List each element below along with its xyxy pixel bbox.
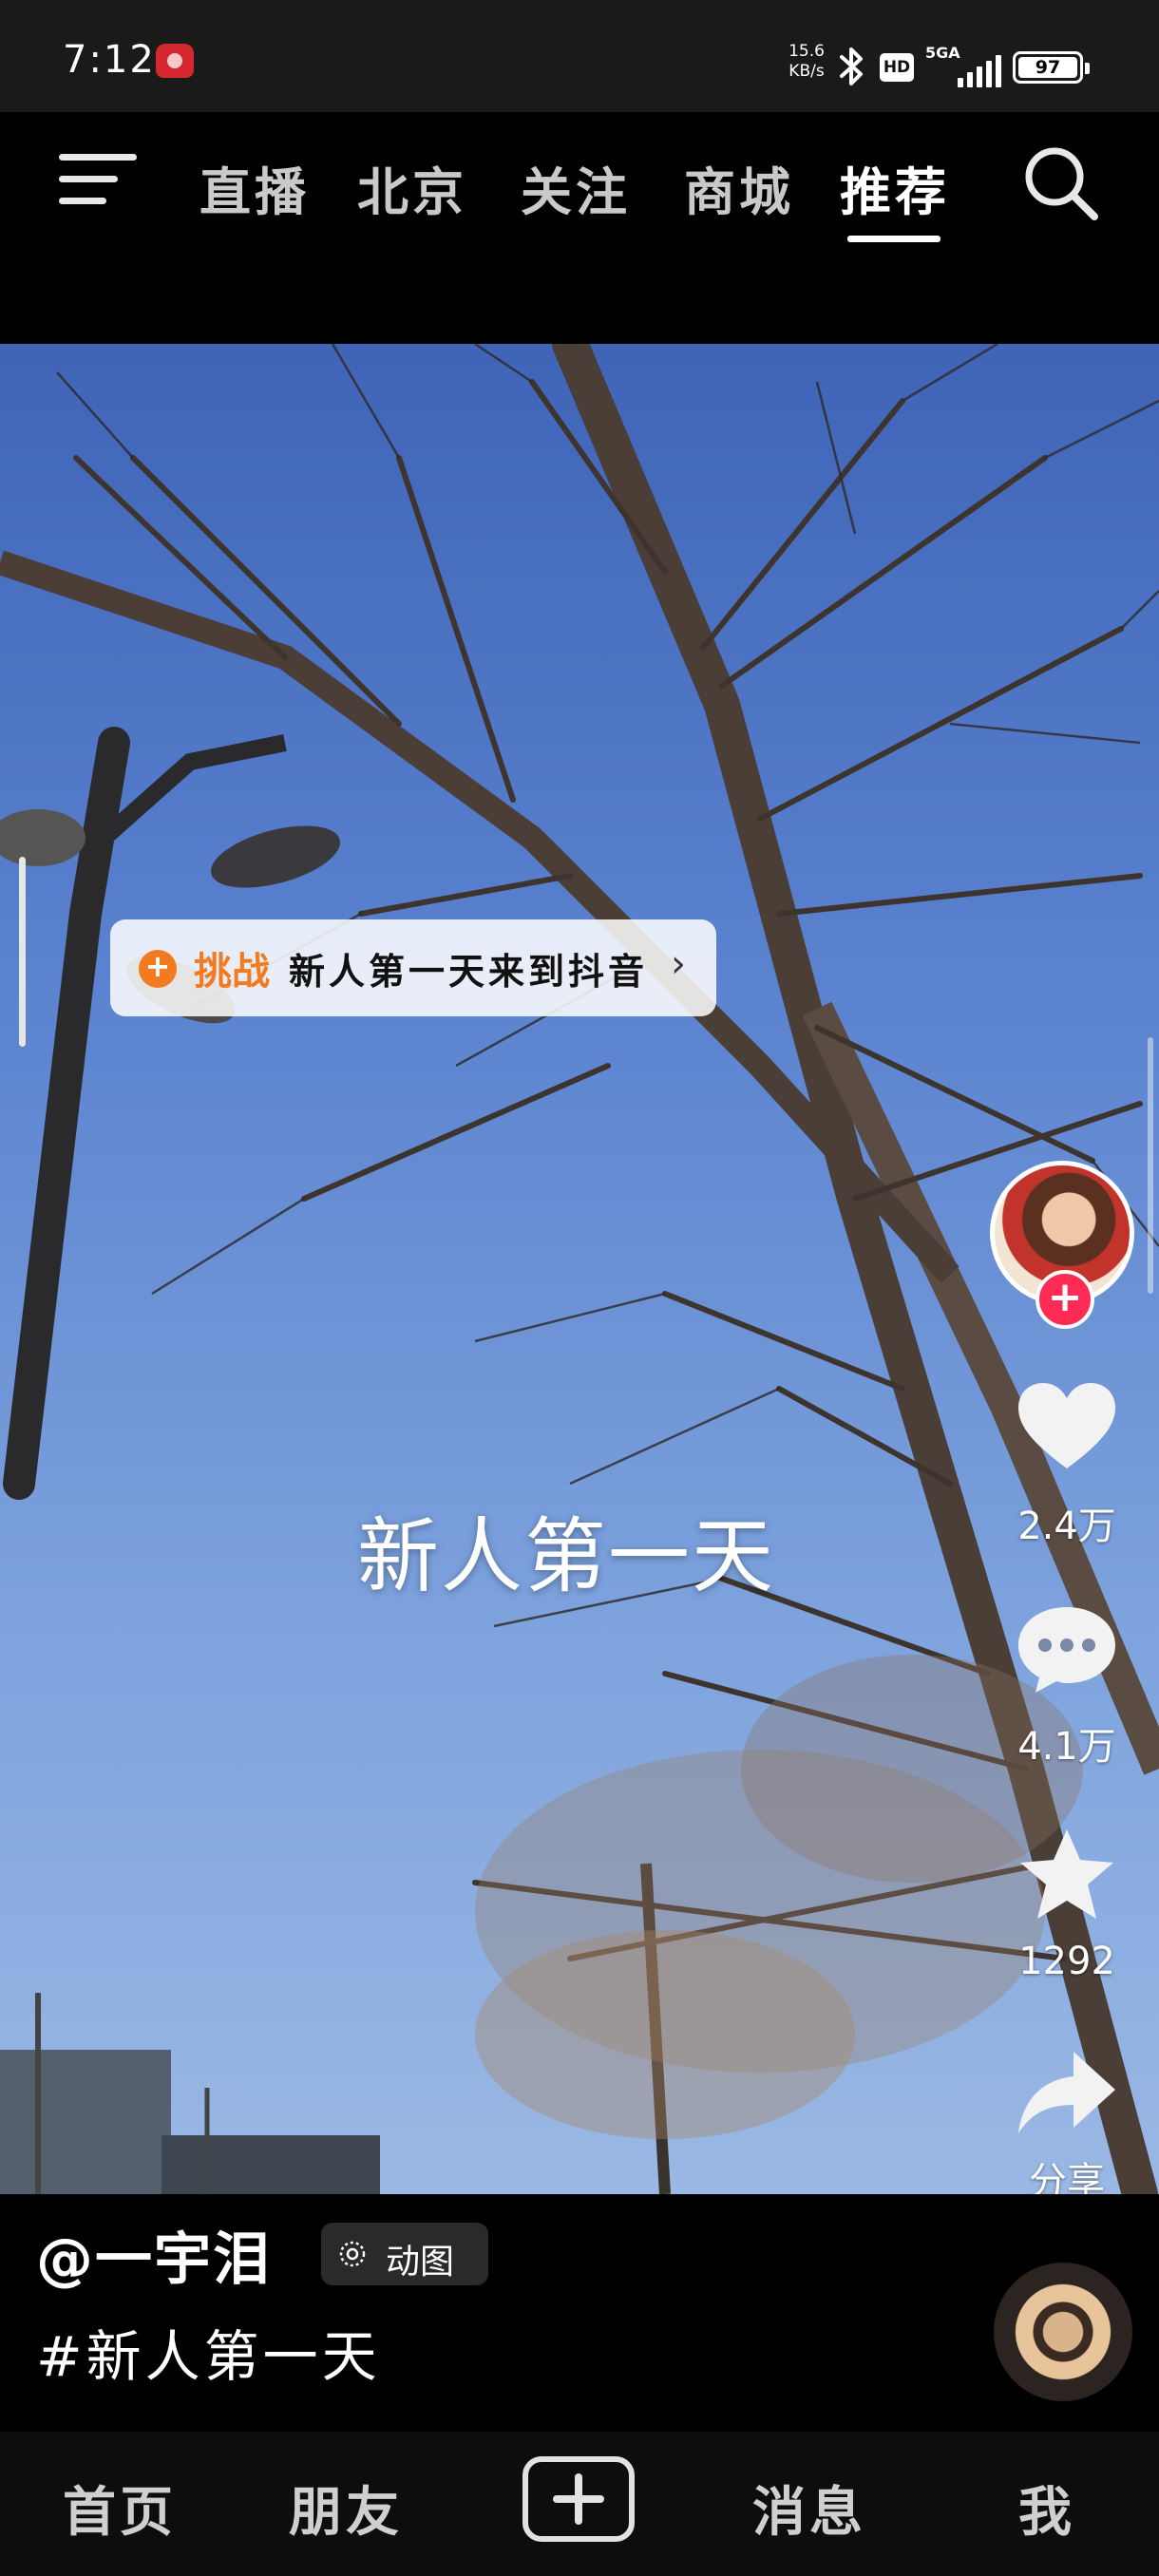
hashtag-link[interactable]: #新人第一天 [36,2312,381,2392]
gif-badge: 动图 [321,2223,488,2285]
tree-scene [0,344,1159,2194]
follow-button[interactable]: + [1036,1270,1094,1329]
edge-indicator [1148,1037,1153,1294]
video-caption: 新人第一天 [357,1509,775,1604]
nav-messages[interactable]: 消息 [752,2470,866,2547]
tab-live[interactable]: 直播 [200,150,310,225]
battery-icon: 97 [1013,51,1090,84]
video-player[interactable]: 挑战 新人第一天来到抖音 › 新人第一天 + 2.4万 4.1万 1292 分享 [0,344,1159,2194]
comment-icon[interactable] [1015,1601,1119,1696]
share-label: 分享 [1029,2160,1105,2194]
signal-icon: 5GA [925,44,1001,87]
tab-recommend[interactable]: 推荐 [840,150,950,225]
target-icon [339,2241,366,2267]
app-notification-icon [156,44,194,78]
nav-home[interactable]: 首页 [63,2470,177,2547]
favorite-count: 1292 [1018,1940,1115,1983]
nav-me[interactable]: 我 [1018,2470,1075,2547]
bottom-nav: 首页 朋友 消息 我 [0,2432,1159,2576]
tab-following[interactable]: 关注 [521,150,631,225]
status-bar: 7:12 15.6 KB/s HD 5GA 97 [0,0,1159,112]
challenge-banner[interactable]: 挑战 新人第一天来到抖音 › [110,919,716,1016]
network-speed-value: 15.6 [788,42,825,61]
scroll-indicator [19,857,26,1047]
tab-mall[interactable]: 商城 [684,150,794,225]
heart-icon[interactable] [1015,1381,1119,1476]
comment-count: 4.1万 [1017,1725,1116,1769]
music-disc-avatar[interactable] [994,2263,1132,2401]
video-info: @一宇泪 动图 #新人第一天 [0,2194,1159,2432]
search-icon[interactable] [1018,141,1104,226]
battery-level: 97 [1018,57,1077,78]
menu-icon[interactable] [59,148,137,209]
gif-label: 动图 [386,2243,455,2282]
signal-label: 5GA [925,44,960,62]
create-button[interactable] [522,2456,635,2542]
share-icon[interactable] [1015,2046,1119,2141]
network-speed-unit: KB/s [788,62,825,81]
hd-badge: HD [880,53,914,82]
challenge-tag: 挑战 [194,950,270,994]
tab-local[interactable]: 北京 [357,150,467,225]
bluetooth-icon [840,47,863,85]
like-count: 2.4万 [1017,1505,1116,1548]
challenge-text: 新人第一天来到抖音 [289,951,649,993]
active-tab-indicator [847,236,940,242]
top-nav: 直播 北京 关注 商城 推荐 [0,112,1159,344]
author-username[interactable]: @一宇泪 [36,2213,272,2296]
star-icon[interactable] [1015,1828,1119,1923]
challenge-icon [139,948,177,988]
chevron-right-icon: › [671,942,686,986]
network-speed: 15.6 KB/s [779,42,834,82]
status-time: 7:12 [63,38,156,82]
nav-friends[interactable]: 朋友 [289,2470,403,2547]
